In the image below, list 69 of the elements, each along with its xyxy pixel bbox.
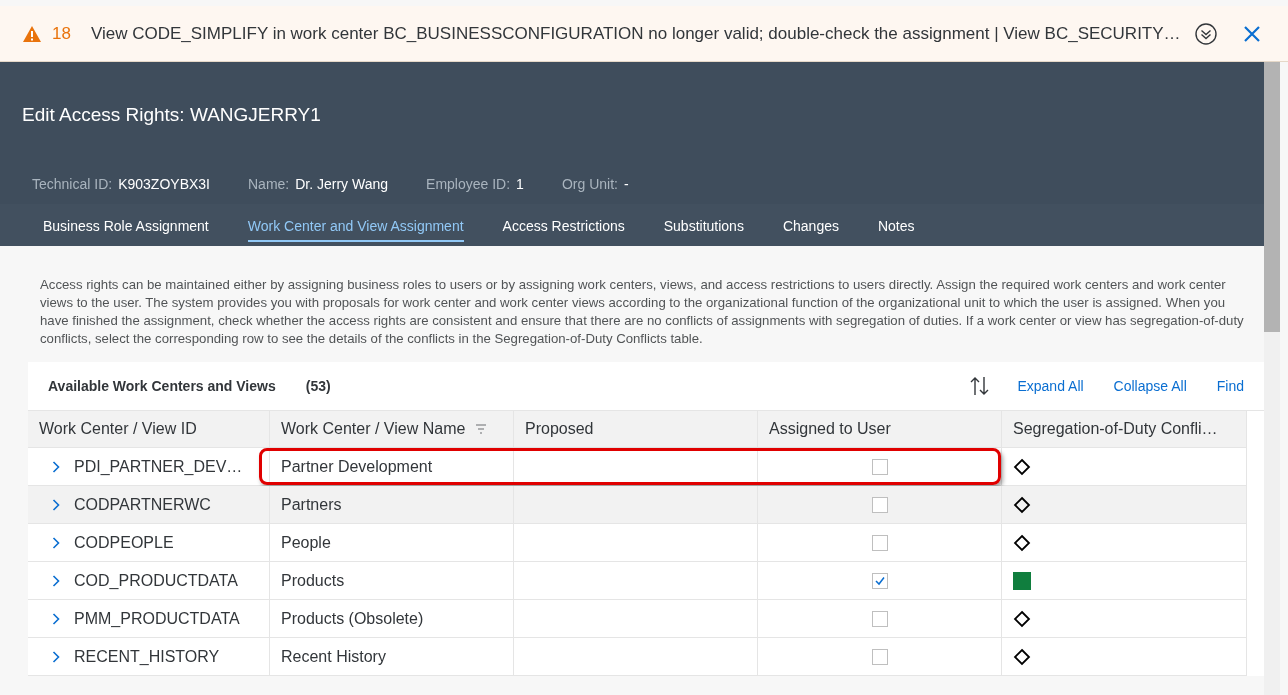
tab[interactable]: Access Restrictions — [502, 218, 625, 242]
checkbox[interactable] — [871, 496, 888, 513]
table-title: Available Work Centers and Views — [48, 378, 276, 394]
field-value: 1 — [516, 176, 524, 192]
field-value: - — [623, 176, 629, 192]
tab[interactable]: Substitutions — [663, 218, 744, 242]
tab[interactable]: Business Role Assignment — [43, 218, 209, 242]
field-label: Technical ID: — [32, 176, 113, 192]
square-icon — [1013, 571, 1031, 590]
field-label: Name: — [248, 176, 290, 192]
chevron-icon[interactable] — [52, 650, 60, 663]
table-cell: People — [281, 533, 331, 552]
column-header[interactable]: Segregation-of-Duty Confli… — [1002, 411, 1247, 448]
table-row[interactable]: RECENT_HISTORY Recent History — [28, 638, 1247, 676]
description-text: Access rights can be maintained either by assigning business roles to users or by assigning work centers, views, and access restrictions to users directly. Assign the required work centers and work center views to the user. The system provides you with proposals for work center and work center views according to the organizational function of the organizational unit to which the user is assigned. When you have finished the assignment, check whether the access rights are consistent and ensure that there are no conflicts of assignments with segregation of duties. If a work center or view has segregation-of-duty conflicts, select the corresponding row to see the details of the conflicts in the Segregation-of-Duty Conflicts table. — [40, 276, 1244, 348]
table-row[interactable]: PMM_PRODUCTDATA Products (Obsolete) — [28, 600, 1247, 638]
table-cell: RECENT_HISTORY — [74, 647, 220, 666]
checkbox[interactable] — [871, 534, 888, 551]
chevron-icon[interactable] — [52, 460, 60, 473]
diamond-icon — [1013, 457, 1031, 476]
tab[interactable]: Work Center and View Assignment — [247, 218, 464, 242]
table-cell: CODPARTNERWC — [74, 495, 211, 514]
column-header[interactable]: Proposed — [514, 411, 758, 448]
table-cell: Products (Obsolete) — [281, 609, 424, 628]
checkbox[interactable] — [871, 572, 888, 589]
chevron-icon[interactable] — [52, 574, 60, 587]
warning-icon — [22, 24, 42, 43]
expand-icon[interactable] — [1194, 21, 1218, 46]
toolbar-link[interactable]: Find — [1216, 378, 1244, 394]
toolbar-link[interactable]: Collapse All — [1113, 378, 1187, 394]
table-row[interactable]: COD_PRODUCTDATA Products — [28, 562, 1247, 600]
tab[interactable]: Changes — [782, 218, 839, 242]
message-text: View CODE_SIMPLIFY in work center BC_BUSINESSCONFIGURATION no longer valid; double-check the assignment | View BC_SECURITY… — [90, 23, 1182, 44]
field-label: Org Unit: — [561, 176, 618, 192]
table-cell: CODPEOPLE — [74, 533, 174, 552]
message-count: 18 — [52, 23, 71, 44]
toolbar-link[interactable]: Expand All — [1017, 378, 1084, 394]
page-title: Edit Access Rights: WANGJERRY1 — [22, 103, 322, 127]
sort-icon — [475, 424, 488, 434]
chevron-icon[interactable] — [52, 498, 60, 511]
tab[interactable]: Notes — [877, 218, 915, 242]
close-icon[interactable] — [1244, 25, 1260, 42]
diamond-icon — [1013, 647, 1031, 666]
chevron-icon[interactable] — [52, 612, 60, 625]
table-row[interactable]: PDI_PARTNER_DEV… Partner Development — [28, 448, 1247, 486]
scrollbar[interactable] — [1264, 62, 1280, 695]
table-cell: Partner Development — [281, 457, 433, 476]
table-cell: Partners — [281, 495, 342, 514]
field-value: K903ZOYBX3I — [118, 176, 210, 192]
diamond-icon — [1013, 533, 1031, 552]
table-cell: PMM_PRODUCTDATA — [74, 609, 240, 628]
table-cell: Recent History — [281, 647, 386, 666]
table-cell: PDI_PARTNER_DEV… — [74, 457, 243, 476]
column-header[interactable]: Work Center / View ID — [28, 411, 270, 448]
checkbox[interactable] — [871, 610, 888, 627]
table-row[interactable]: CODPARTNERWC Partners — [28, 486, 1247, 524]
checkbox[interactable] — [871, 458, 888, 475]
table-cell: COD_PRODUCTDATA — [74, 571, 238, 590]
table-count: (53) — [305, 378, 331, 394]
field-label: Employee ID: — [426, 176, 511, 192]
field-value: Dr. Jerry Wang — [295, 176, 389, 192]
diamond-icon — [1013, 495, 1031, 514]
table-cell: Products — [281, 571, 345, 590]
checkbox[interactable] — [871, 648, 888, 665]
diamond-icon — [1013, 609, 1031, 628]
chevron-icon[interactable] — [52, 536, 60, 549]
column-header[interactable]: Work Center / View Name — [270, 411, 514, 448]
table-row[interactable]: CODPEOPLE People — [28, 524, 1247, 562]
column-header[interactable]: Assigned to User — [758, 411, 1002, 448]
